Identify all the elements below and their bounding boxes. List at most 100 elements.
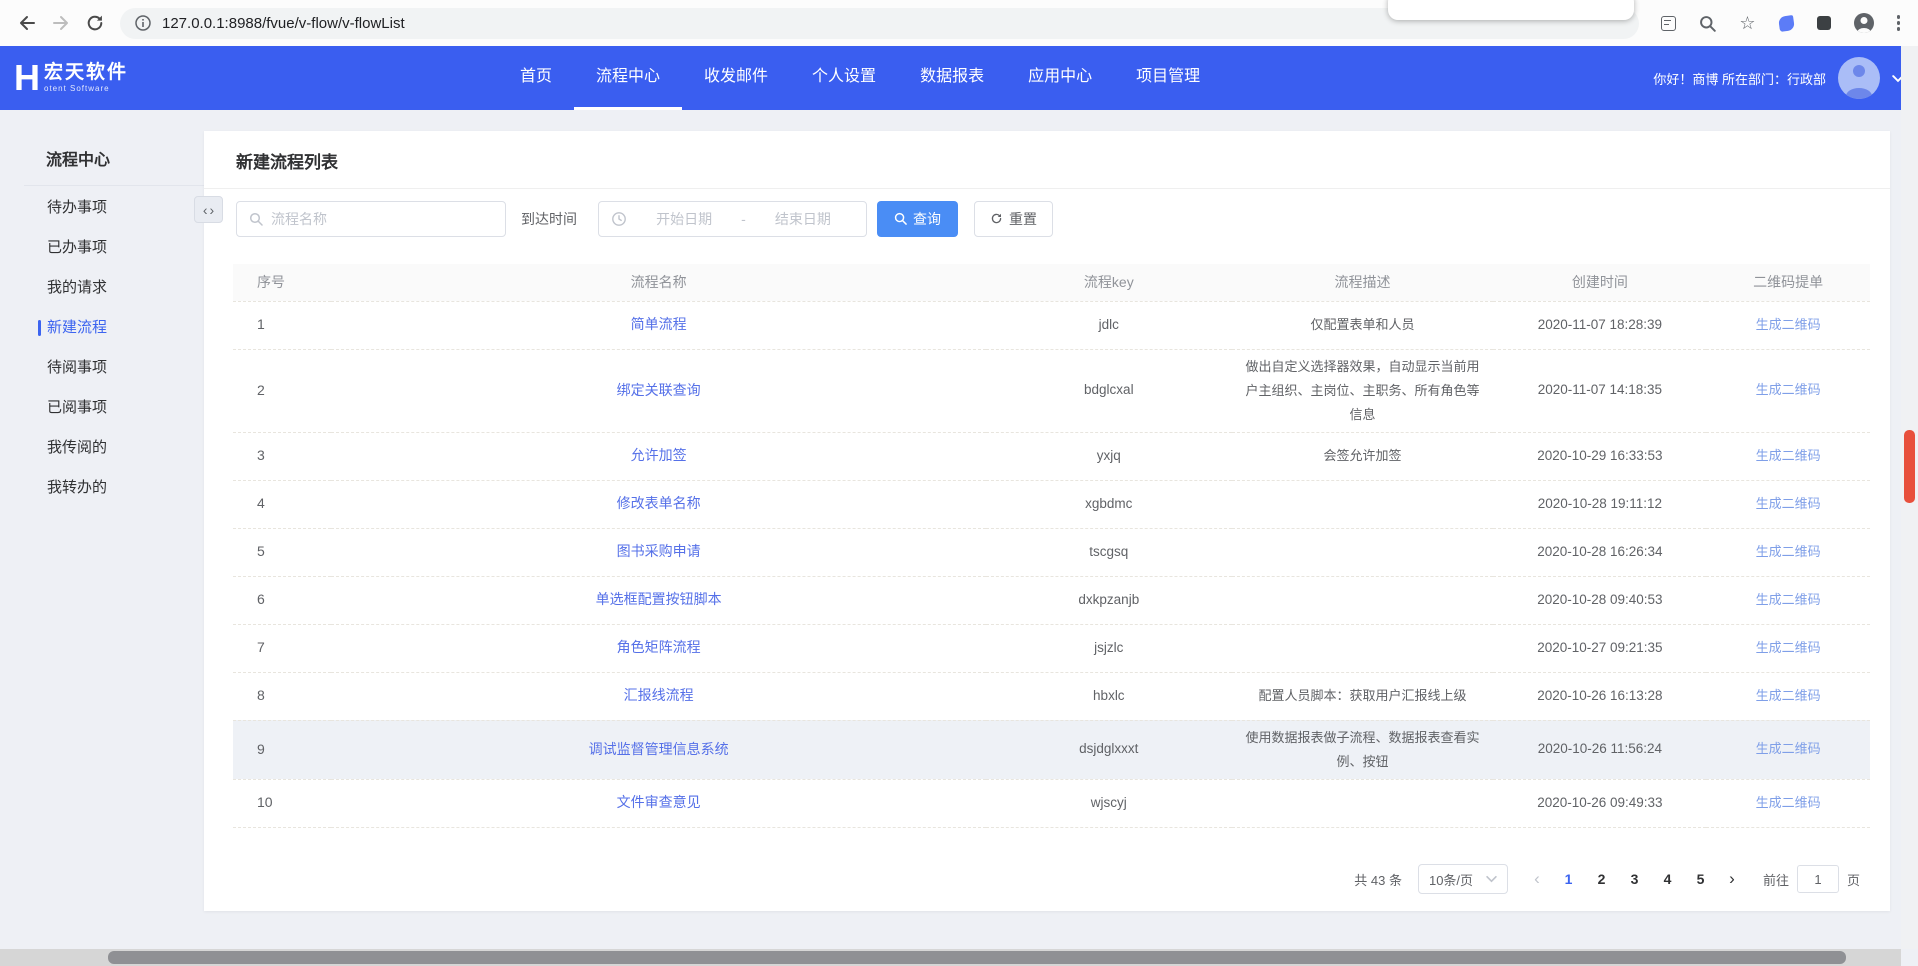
page-number-2[interactable]: 2	[1585, 864, 1618, 894]
generate-qr-link[interactable]: 生成二维码	[1756, 448, 1821, 463]
generate-qr-link[interactable]: 生成二维码	[1756, 688, 1821, 703]
cell-flow-key: wjscyj	[986, 779, 1232, 827]
browser-profile-icon[interactable]	[1854, 13, 1874, 33]
col-header-flow-desc: 流程描述	[1232, 264, 1494, 301]
generate-qr-link[interactable]: 生成二维码	[1756, 544, 1821, 559]
app-logo[interactable]: H 宏天软件 otent Software	[14, 60, 128, 96]
page-numbers: 12345	[1552, 864, 1717, 894]
title-divider	[204, 188, 1890, 189]
flow-list-card: 新建流程列表 到达时间 开始日期 - 结束日期	[204, 131, 1890, 911]
sidebar-item-label: 新建流程	[47, 308, 107, 348]
flow-name-link[interactable]: 单选框配置按钮脚本	[596, 591, 722, 607]
horizontal-scrollbar-track	[0, 949, 1901, 966]
translate-icon[interactable]	[1661, 16, 1676, 31]
generate-qr-link[interactable]: 生成二维码	[1756, 640, 1821, 655]
generate-qr-link[interactable]: 生成二维码	[1756, 592, 1821, 607]
nav-item-personal-settings[interactable]: 个人设置	[790, 46, 898, 110]
page-number-4[interactable]: 4	[1651, 864, 1684, 894]
nav-item-data-reports[interactable]: 数据报表	[898, 46, 1006, 110]
sidebar-item-my-requests[interactable]: 我的请求	[0, 268, 204, 308]
select-chevron-down-icon	[1486, 875, 1497, 883]
goto-page-input[interactable]	[1797, 865, 1839, 893]
sidebar-item-my-circulated[interactable]: 我传阅的	[0, 428, 204, 468]
page-number-1[interactable]: 1	[1552, 864, 1585, 894]
cell-index: 3	[233, 432, 331, 480]
cell-created-time: 2020-10-26 11:56:24	[1493, 720, 1706, 779]
forward-icon[interactable]	[44, 6, 78, 40]
flow-name-search[interactable]	[236, 201, 506, 237]
flow-name-link[interactable]: 修改表单名称	[617, 495, 701, 511]
active-indicator	[38, 320, 41, 336]
search-icon	[249, 212, 263, 226]
start-date-placeholder: 开始日期	[633, 209, 735, 229]
sidebar-item-label: 待阅事项	[47, 348, 107, 388]
site-info-icon[interactable]	[134, 14, 152, 32]
zoom-icon[interactable]	[1699, 15, 1716, 32]
sidebar-item-to-read[interactable]: 待阅事项	[0, 348, 204, 388]
cell-flow-name: 汇报线流程	[331, 672, 986, 720]
sidebar-menu: 待办事项已办事项我的请求新建流程待阅事项已阅事项我传阅的我转办的	[0, 188, 204, 508]
flow-name-link[interactable]: 允许加签	[631, 447, 687, 463]
sidebar-item-new-flow[interactable]: 新建流程	[0, 308, 204, 348]
nav-item-app-center[interactable]: 应用中心	[1006, 46, 1114, 110]
page-size-select[interactable]: 10条/页	[1418, 864, 1508, 894]
query-button[interactable]: 查询	[877, 201, 958, 237]
sidebar-divider	[24, 185, 204, 186]
flow-name-link[interactable]: 文件审查意见	[617, 794, 701, 810]
logo-mark: H	[14, 60, 40, 96]
search-input[interactable]	[271, 211, 493, 227]
cell-created-time: 2020-10-26 09:49:33	[1493, 779, 1706, 827]
flow-name-link[interactable]: 调试监督管理信息系统	[589, 741, 729, 757]
filter-bar: 到达时间 开始日期 - 结束日期 查询 重置	[236, 200, 1890, 237]
extension-dark-icon[interactable]	[1817, 16, 1831, 30]
generate-qr-link[interactable]: 生成二维码	[1756, 496, 1821, 511]
cell-flow-key: yxjq	[986, 432, 1232, 480]
reset-button[interactable]: 重置	[974, 201, 1053, 237]
total-count: 共 43 条	[1354, 870, 1402, 889]
table-row: 6单选框配置按钮脚本dxkpzanjb2020-10-28 09:40:53生成…	[233, 576, 1870, 624]
url-text: 127.0.0.1:8988/fvue/v-flow/v-flowList	[162, 15, 405, 32]
flow-name-link[interactable]: 绑定关联查询	[617, 382, 701, 398]
flow-name-link[interactable]: 图书采购申请	[617, 543, 701, 559]
flow-name-link[interactable]: 角色矩阵流程	[617, 639, 701, 655]
bookmark-star-icon[interactable]: ☆	[1739, 14, 1755, 32]
prev-page-icon[interactable]: ‹	[1522, 869, 1552, 889]
user-avatar[interactable]	[1838, 57, 1880, 99]
generate-qr-link[interactable]: 生成二维码	[1756, 317, 1821, 332]
reload-icon[interactable]	[78, 6, 112, 40]
horizontal-scrollbar-thumb[interactable]	[108, 951, 1846, 964]
cell-flow-desc	[1232, 576, 1494, 624]
nav-item-mail[interactable]: 收发邮件	[682, 46, 790, 110]
sidebar-item-read[interactable]: 已阅事项	[0, 388, 204, 428]
sidebar-item-todo[interactable]: 待办事项	[0, 188, 204, 228]
next-page-icon[interactable]: ›	[1717, 869, 1747, 889]
flow-name-link[interactable]: 简单流程	[631, 316, 687, 332]
back-icon[interactable]	[10, 6, 44, 40]
cell-flow-desc: 会签允许加签	[1232, 432, 1494, 480]
nav-item-flow-center[interactable]: 流程中心	[574, 46, 682, 110]
nav-item-project-management[interactable]: 项目管理	[1114, 46, 1222, 110]
table-row: 3允许加签yxjq会签允许加签2020-10-29 16:33:53生成二维码	[233, 432, 1870, 480]
nav-item-home[interactable]: 首页	[498, 46, 574, 110]
generate-qr-link[interactable]: 生成二维码	[1756, 795, 1821, 810]
date-range-picker[interactable]: 开始日期 - 结束日期	[598, 201, 867, 237]
cell-created-time: 2020-10-28 19:11:12	[1493, 480, 1706, 528]
sidebar-title: 流程中心	[0, 146, 204, 170]
cell-flow-name: 角色矩阵流程	[331, 624, 986, 672]
browser-menu-kebab-icon[interactable]	[1897, 15, 1901, 31]
extension-blue-icon[interactable]	[1778, 15, 1795, 32]
col-header-qr: 二维码提单	[1706, 264, 1870, 301]
page-number-5[interactable]: 5	[1684, 864, 1717, 894]
sidebar-collapse-toggle[interactable]: ‹ ›	[194, 196, 223, 223]
sidebar-item-done[interactable]: 已办事项	[0, 228, 204, 268]
sidebar-item-my-forwarded[interactable]: 我转办的	[0, 468, 204, 508]
flow-name-link[interactable]: 汇报线流程	[624, 687, 694, 703]
cell-flow-desc: 仅配置表单和人员	[1232, 301, 1494, 349]
generate-qr-link[interactable]: 生成二维码	[1756, 382, 1821, 397]
page-number-3[interactable]: 3	[1618, 864, 1651, 894]
cell-flow-desc	[1232, 779, 1494, 827]
app-header: H 宏天软件 otent Software 首页流程中心收发邮件个人设置数据报表…	[0, 46, 1918, 110]
vertical-scrollbar-thumb[interactable]	[1904, 430, 1915, 503]
generate-qr-link[interactable]: 生成二维码	[1756, 741, 1821, 756]
cell-flow-key: xgbdmc	[986, 480, 1232, 528]
